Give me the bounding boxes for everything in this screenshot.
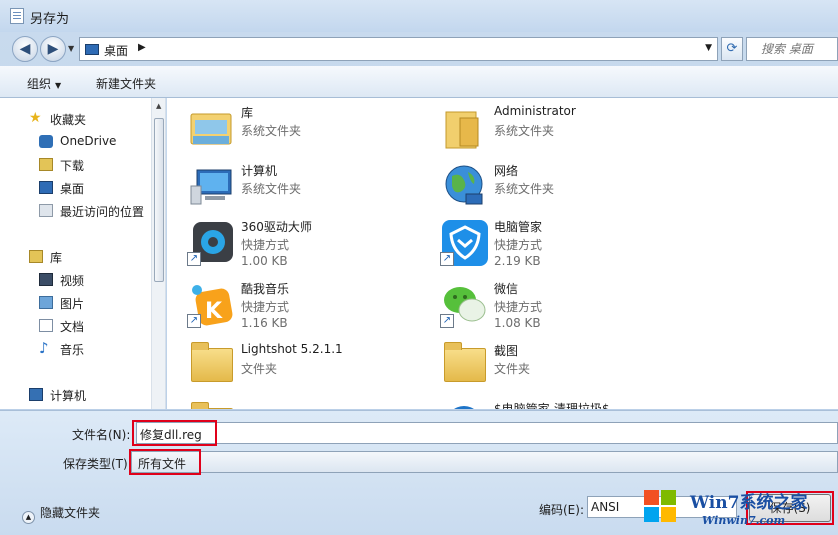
file-item-360-driver[interactable]: ↗ 360驱动大师 快捷方式 1.00 KB xyxy=(187,218,437,276)
file-item-pc-manager-cleanup[interactable]: $电脑管家-清理垃圾$ xyxy=(440,400,690,409)
user-folder-icon xyxy=(440,104,488,152)
filetype-select[interactable]: 所有文件 xyxy=(131,451,838,473)
search-box[interactable] xyxy=(746,37,838,61)
encoding-value: ANSI xyxy=(591,500,620,514)
music-icon: ♪ xyxy=(39,339,49,357)
svg-text:K: K xyxy=(205,299,223,324)
title-bar: 另存为 xyxy=(0,0,838,32)
refresh-button[interactable]: ⟳ xyxy=(721,37,743,61)
shortcut-arrow-icon: ↗ xyxy=(440,252,454,266)
file-item-pc-manager[interactable]: ↗ 电脑管家 快捷方式 2.19 KB xyxy=(440,218,690,276)
breadcrumb-desktop[interactable]: 桌面 xyxy=(104,42,128,59)
nav-item-videos[interactable]: 视频 xyxy=(0,270,150,290)
folder-icon xyxy=(187,402,235,409)
nav-computer[interactable]: 计算机 xyxy=(0,385,150,405)
shortcut-arrow-icon: ↗ xyxy=(187,252,201,266)
library-folder-icon xyxy=(187,104,235,152)
chevron-up-icon: ▲ xyxy=(22,511,35,524)
organize-button[interactable]: 组织 ▼ xyxy=(27,75,61,92)
nav-scrollbar-thumb[interactable] xyxy=(154,118,164,282)
desktop-icon xyxy=(39,181,53,194)
address-dropdown-icon[interactable]: ▼ xyxy=(705,43,712,53)
360-driver-master-icon: ↗ xyxy=(187,218,235,266)
window-title: 另存为 xyxy=(30,12,70,27)
scroll-up-icon[interactable]: ▲ xyxy=(156,102,161,110)
file-item-libraries[interactable]: 库 系统文件夹 xyxy=(187,104,437,162)
back-button[interactable]: ◀ xyxy=(12,36,38,62)
file-item-network[interactable]: 网络 系统文件夹 xyxy=(440,162,690,220)
navigation-pane: ★ 收藏夹 OneDrive 下载 桌面 最近访问的位置 库 视频 图片 文档 … xyxy=(0,98,166,409)
recent-places-icon xyxy=(39,204,53,217)
windows-logo-icon xyxy=(644,490,678,524)
shortcut-arrow-icon: ↗ xyxy=(187,314,201,328)
shortcut-arrow-icon: ↗ xyxy=(440,314,454,328)
kuwo-music-icon: K ↗ xyxy=(187,280,235,328)
desktop-icon xyxy=(85,44,99,55)
nav-item-downloads[interactable]: 下载 xyxy=(0,155,150,175)
new-folder-button[interactable]: 新建文件夹 xyxy=(96,75,156,92)
downloads-folder-icon xyxy=(39,158,53,171)
video-icon xyxy=(39,273,53,286)
nav-item-documents[interactable]: 文档 xyxy=(0,316,150,336)
search-input[interactable] xyxy=(747,38,837,60)
nav-scrollbar[interactable]: ▲ xyxy=(151,98,165,409)
filetype-label: 保存类型(T): xyxy=(63,457,132,471)
nav-item-desktop[interactable]: 桌面 xyxy=(0,178,150,198)
watermark-url: Winwin7.com xyxy=(702,514,786,527)
folder-icon xyxy=(440,342,488,390)
file-item-computer[interactable]: 计算机 系统文件夹 xyxy=(187,162,437,220)
computer-icon xyxy=(187,162,235,210)
pc-manager-cleanup-icon xyxy=(440,400,488,409)
address-bar[interactable]: 桌面 ▶ ▼ xyxy=(79,37,718,61)
filetype-highlight xyxy=(129,449,201,475)
organize-label: 组织 xyxy=(27,77,52,91)
star-icon: ★ xyxy=(29,110,42,126)
wechat-icon: ↗ xyxy=(440,280,488,328)
recent-pages-dropdown-icon[interactable]: ▼ xyxy=(68,44,74,53)
network-globe-icon xyxy=(440,162,488,210)
filename-input[interactable]: 修复dll.reg xyxy=(136,422,838,444)
file-item-wechat[interactable]: ↗ 微信 快捷方式 1.08 KB xyxy=(440,280,690,338)
nav-item-onedrive[interactable]: OneDrive xyxy=(0,132,150,152)
folder-icon xyxy=(187,342,235,390)
nav-favorites[interactable]: ★ 收藏夹 xyxy=(0,109,150,129)
nav-libraries[interactable]: 库 xyxy=(0,247,150,267)
file-item-lightshot[interactable]: Lightshot 5.2.1.1 文件夹 xyxy=(187,342,437,400)
nav-item-pictures[interactable]: 图片 xyxy=(0,293,150,313)
nav-item-recent-places[interactable]: 最近访问的位置 xyxy=(0,201,150,221)
encoding-label: 编码(E): xyxy=(539,503,584,517)
file-item-screenshots[interactable]: 截图 文件夹 xyxy=(440,342,690,400)
nav-item-music[interactable]: ♪ 音乐 xyxy=(0,339,150,359)
watermark: Win7系统之家 Winwin7.com xyxy=(640,488,838,535)
document-icon xyxy=(39,319,53,332)
file-list: 库 系统文件夹 Administrator 系统文件夹 计算机 系统文件夹 网络… xyxy=(167,98,838,409)
forward-button[interactable]: ▶ xyxy=(40,36,66,62)
library-icon xyxy=(29,250,43,263)
address-row: ◀ ▶ ▼ 桌面 ▶ ▼ ⟳ xyxy=(0,32,838,64)
computer-icon xyxy=(29,388,43,401)
file-item-kuwo-music[interactable]: K ↗ 酷我音乐 快捷方式 1.16 KB xyxy=(187,280,437,338)
hide-folders-button[interactable]: ▲ 隐藏文件夹 xyxy=(22,504,100,524)
picture-icon xyxy=(39,296,53,309)
file-item-administrator[interactable]: Administrator 系统文件夹 xyxy=(440,104,690,162)
breadcrumb-chevron-icon[interactable]: ▶ xyxy=(138,42,146,53)
watermark-brand: Win7系统之家 xyxy=(690,493,808,513)
command-bar: 组织 ▼ 新建文件夹 xyxy=(0,66,838,98)
file-item-folder-partial[interactable] xyxy=(187,402,437,409)
filename-highlight xyxy=(132,420,217,446)
onedrive-icon xyxy=(39,135,53,148)
filename-label: 文件名(N): xyxy=(72,428,131,442)
notepad-icon xyxy=(10,8,24,24)
tencent-pc-manager-icon: ↗ xyxy=(440,218,488,266)
chevron-down-icon: ▼ xyxy=(55,81,62,90)
